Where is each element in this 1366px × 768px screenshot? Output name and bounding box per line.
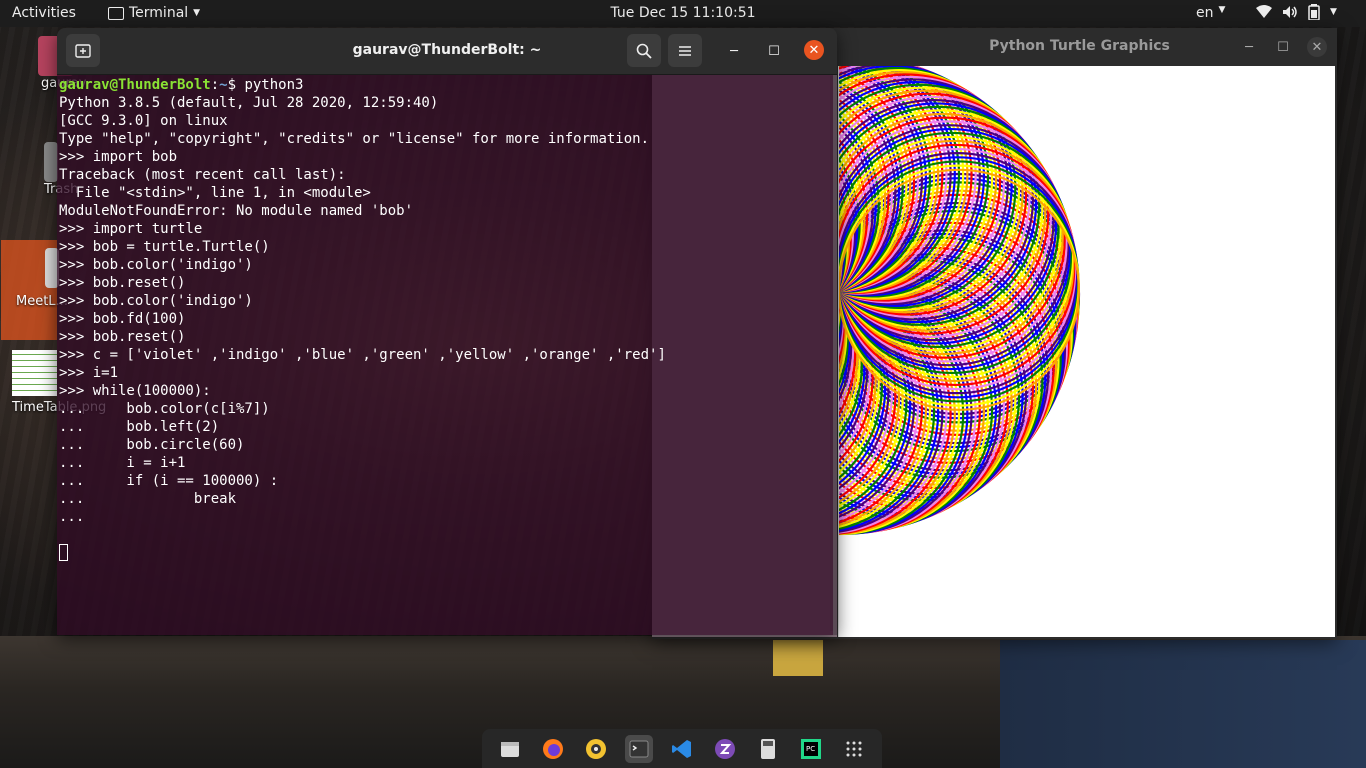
wifi-icon xyxy=(1256,5,1272,18)
terminal-line: ... bob.left(2) xyxy=(59,419,220,435)
terminal-line: >>> bob.color('indigo') xyxy=(59,293,253,309)
top-bar: Activities Terminal ▼ Tue Dec 15 11:10:5… xyxy=(0,0,1366,27)
turtle-canvas[interactable] xyxy=(838,66,1335,637)
terminal-line: Python 3.8.5 (default, Jul 28 2020, 12:5… xyxy=(59,95,439,111)
firefox-icon xyxy=(542,738,563,759)
trash-icon xyxy=(44,142,58,182)
close-button[interactable]: ✕ xyxy=(1307,37,1327,57)
dock-calculator[interactable] xyxy=(754,735,782,763)
terminal-window[interactable]: gaurav@ThunderBolt: ~ ─ ☐ ✕ gaurav@Thund… xyxy=(57,28,837,635)
image-thumbnail-icon xyxy=(12,350,57,396)
terminal-output[interactable]: gaurav@ThunderBolt:~$ python3 Python 3.8… xyxy=(57,75,835,635)
terminal-line: Traceback (most recent call last): xyxy=(59,167,346,183)
dock-vscode[interactable] xyxy=(668,735,696,763)
dock-terminal[interactable] xyxy=(624,734,653,763)
close-button[interactable]: ✕ xyxy=(804,40,824,60)
terminal-line: >>> bob.reset() xyxy=(59,275,186,291)
menu-button[interactable] xyxy=(668,34,702,67)
first-command: $ python3 xyxy=(227,77,304,93)
maximize-button[interactable]: ☐ xyxy=(764,41,784,61)
calculator-icon xyxy=(761,738,776,759)
terminal-scrollbar[interactable] xyxy=(833,75,837,635)
terminal-line: >>> bob.fd(100) xyxy=(59,311,186,327)
terminal-line: File "<stdin>", line 1, in <module> xyxy=(75,185,371,201)
dock-pycharm[interactable]: PC xyxy=(797,735,825,763)
terminal-line: ... xyxy=(59,509,85,525)
terminal-line: ... i = i+1 xyxy=(59,455,186,471)
search-icon xyxy=(636,43,652,59)
minimize-button[interactable]: ─ xyxy=(724,41,744,61)
vscode-icon xyxy=(671,739,691,758)
terminal-line: >>> bob.reset() xyxy=(59,329,186,345)
clock[interactable]: Tue Dec 15 11:10:51 xyxy=(0,5,1366,21)
desktop-icon-meetlink[interactable]: MeetL... xyxy=(1,240,68,340)
maximize-button[interactable]: ☐ xyxy=(1273,37,1293,57)
svg-text:PC: PC xyxy=(806,745,815,753)
wallpaper-yellow-block xyxy=(773,640,823,676)
search-button[interactable] xyxy=(627,34,661,67)
dock-show-applications[interactable] xyxy=(840,735,868,763)
chevron-down-icon: ▼ xyxy=(1218,5,1226,15)
terminal-line: ... if (i == 100000) : xyxy=(59,473,279,489)
prompt-path: ~ xyxy=(219,77,228,93)
files-icon xyxy=(500,741,519,757)
terminal-line: >>> c = ['violet' ,'indigo' ,'blue' ,'gr… xyxy=(59,347,666,363)
terminal-lines: Python 3.8.5 (default, Jul 28 2020, 12:5… xyxy=(59,95,666,525)
prompt-separator: : xyxy=(210,77,220,93)
terminal-line: ModuleNotFoundError: No module named 'bo… xyxy=(59,203,414,219)
prompt-user: gaurav@ThunderBolt xyxy=(59,77,211,93)
terminal-line: ... bob.color(c[i%7]) xyxy=(59,401,270,417)
terminal-title: gaurav@ThunderBolt: ~ xyxy=(352,42,542,58)
terminal-cursor xyxy=(59,544,68,561)
pycharm-icon: PC xyxy=(801,738,822,759)
terminal-line: >>> import bob xyxy=(59,149,178,165)
turtle-window-title: Python Turtle Graphics xyxy=(989,38,1170,54)
chevron-down-icon: ▼ xyxy=(1330,7,1337,17)
terminal-line: >>> bob.color('indigo') xyxy=(59,257,253,273)
rhythmbox-icon xyxy=(585,738,606,759)
dock-firefox[interactable] xyxy=(539,735,567,763)
wallpaper-blue-pillar xyxy=(1000,640,1366,768)
dock-files[interactable] xyxy=(496,735,524,763)
terminal-line: Type "help", "copyright", "credits" or "… xyxy=(59,131,650,147)
language-selector[interactable]: en ▼ xyxy=(1196,5,1225,21)
minimize-button[interactable]: ─ xyxy=(1239,37,1259,57)
terminal-line: >>> while(100000): xyxy=(59,383,211,399)
terminal-headerbar[interactable]: gaurav@ThunderBolt: ~ ─ ☐ ✕ xyxy=(57,28,837,75)
spirograph-drawing xyxy=(839,66,1081,536)
desktop-icon-label: MeetL... xyxy=(16,294,68,309)
terminal-line: >>> import turtle xyxy=(59,221,203,237)
terminal-line: >>> bob = turtle.Turtle() xyxy=(59,239,270,255)
terminal-line: [GCC 9.3.0] on linux xyxy=(59,113,228,129)
language-label: en xyxy=(1196,5,1214,21)
dock: PC xyxy=(482,729,882,768)
dock-rhythmbox[interactable] xyxy=(582,735,610,763)
system-tray[interactable]: ▼ xyxy=(1256,4,1337,20)
hamburger-menu-icon xyxy=(679,45,691,56)
terminal-line: ... bob.circle(60) xyxy=(59,437,245,453)
volume-icon xyxy=(1283,6,1297,18)
emacs-icon xyxy=(715,738,736,759)
dock-emacs[interactable] xyxy=(711,735,739,763)
terminal-line: ... break xyxy=(59,491,237,507)
terminal-icon xyxy=(629,740,649,757)
terminal-line: >>> i=1 xyxy=(59,365,119,381)
app-grid-icon xyxy=(846,741,862,756)
battery-icon xyxy=(1308,4,1320,20)
